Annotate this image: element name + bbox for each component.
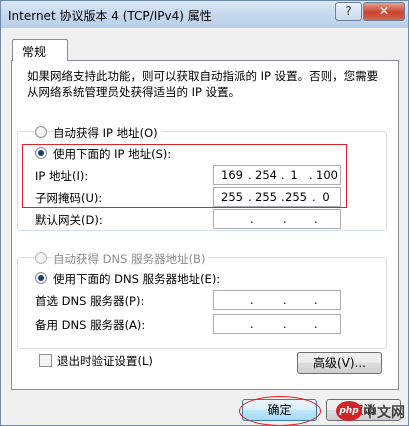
dialog-window: Internet 协议版本 4 (TCP/IPv4) 属性 ? ✕ 常规 如果网… bbox=[0, 0, 409, 426]
auto-ip-label: 自动获得 IP 地址(O) bbox=[53, 125, 161, 141]
dns-dot: . bbox=[250, 293, 254, 307]
gateway-dot: . bbox=[314, 212, 318, 226]
dns-dot: . bbox=[283, 317, 287, 331]
gateway-field[interactable]: . . . bbox=[213, 209, 341, 229]
auto-ip-radio[interactable] bbox=[35, 126, 47, 138]
ip-highlight-box bbox=[22, 144, 347, 208]
validate-checkbox[interactable] bbox=[39, 354, 52, 367]
watermark-text: 中文网 bbox=[363, 405, 405, 421]
manual-dns-radio[interactable] bbox=[35, 272, 47, 284]
ok-highlight-ellipse bbox=[239, 396, 321, 426]
watermark-logo: php bbox=[336, 401, 362, 421]
auto-dns-label: 自动获得 DNS 服务器地址(B) bbox=[53, 251, 209, 267]
auto-dns-radio[interactable] bbox=[35, 252, 47, 264]
preferred-dns-label: 首选 DNS 服务器(P): bbox=[35, 294, 145, 308]
tab-general[interactable]: 常规 bbox=[12, 39, 68, 61]
dns-dot: . bbox=[314, 293, 318, 307]
help-button[interactable]: ? bbox=[335, 2, 362, 21]
close-button[interactable]: ✕ bbox=[363, 2, 405, 21]
gateway-label: 默认网关(D): bbox=[35, 213, 103, 227]
intro-text: 如果网络支持此功能，则可以获取自动指派的 IP 设置。否则，您需要从网络系统管理… bbox=[27, 69, 379, 99]
gateway-dot: . bbox=[250, 212, 254, 226]
dns-dot: . bbox=[250, 317, 254, 331]
alternate-dns-field[interactable]: . . . bbox=[213, 314, 341, 334]
manual-dns-label: 使用下面的 DNS 服务器地址(E): bbox=[53, 272, 221, 286]
window-title: Internet 协议版本 4 (TCP/IPv4) 属性 bbox=[8, 9, 212, 23]
dns-dot: . bbox=[314, 317, 318, 331]
tab-general-label: 常规 bbox=[22, 45, 47, 59]
validate-label: 退出时验证设置(L) bbox=[57, 354, 153, 368]
advanced-button[interactable]: 高级(V)... bbox=[297, 352, 382, 374]
gateway-dot: . bbox=[283, 212, 287, 226]
dialog-client-area: 常规 如果网络支持此功能，则可以获取自动指派的 IP 设置。否则，您需要从网络系… bbox=[5, 29, 404, 426]
dns-dot: . bbox=[283, 293, 287, 307]
title-bar: Internet 协议版本 4 (TCP/IPv4) 属性 ? ✕ bbox=[1, 1, 408, 28]
alternate-dns-label: 备用 DNS 服务器(A): bbox=[35, 318, 146, 332]
watermark: php 中文网 bbox=[336, 401, 408, 423]
preferred-dns-field[interactable]: . . . bbox=[213, 290, 341, 310]
